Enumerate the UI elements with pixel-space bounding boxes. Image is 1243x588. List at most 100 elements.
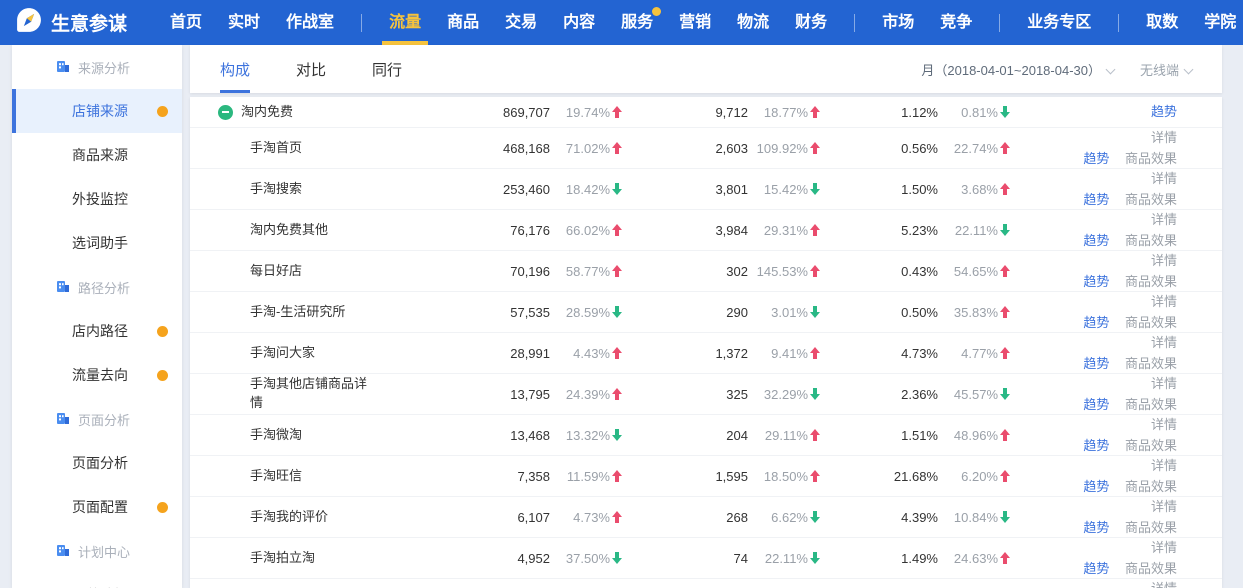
- product-effect-link[interactable]: 商品效果: [1125, 151, 1177, 166]
- nav-item[interactable]: 流量: [389, 0, 421, 45]
- buyers-change: 22.11%: [748, 551, 820, 566]
- notification-dot-icon: [652, 7, 661, 16]
- terminal-selector[interactable]: 无线端: [1140, 60, 1192, 79]
- nav-item[interactable]: 作战室: [286, 0, 334, 45]
- collapse-toggle-icon[interactable]: [218, 105, 233, 120]
- source-name-cell: 手淘搜索: [190, 180, 405, 199]
- change-arrow-icon: [1000, 265, 1010, 277]
- detail-link[interactable]: 详情: [1151, 499, 1177, 514]
- nav-divider: [854, 14, 855, 32]
- trend-link[interactable]: 趋势: [1083, 397, 1109, 412]
- visitors-value: 253,460: [405, 182, 550, 197]
- detail-link[interactable]: 详情: [1151, 294, 1177, 309]
- nav-item[interactable]: 商品: [447, 0, 479, 45]
- sidebar-item[interactable]: 页面分析: [12, 441, 182, 485]
- sidebar-section-header: 页面分析: [12, 397, 182, 441]
- change-arrow-icon: [612, 265, 622, 277]
- app-logo[interactable]: 生意参谋: [16, 7, 127, 39]
- trend-link[interactable]: 趋势: [1083, 233, 1109, 248]
- nav-item-label: 竞争: [940, 14, 972, 31]
- conversion-value: 1.50%: [820, 182, 938, 197]
- visitors-change: 4.73%: [550, 510, 622, 525]
- sidebar-item[interactable]: 外投监控: [12, 177, 182, 221]
- sidebar-item[interactable]: 选词助手: [12, 221, 182, 265]
- nav-item[interactable]: 实时: [228, 0, 260, 45]
- date-range-selector[interactable]: 月（2018-04-01~2018-04-30）: [921, 60, 1114, 79]
- trend-link[interactable]: 趋势: [1083, 192, 1109, 207]
- change-arrow-icon: [1000, 224, 1010, 236]
- product-effect-link[interactable]: 商品效果: [1125, 561, 1177, 576]
- trend-link[interactable]: 趋势: [1083, 151, 1109, 166]
- product-effect-link[interactable]: 商品效果: [1125, 520, 1177, 535]
- sidebar-item[interactable]: 流量去向: [12, 353, 182, 397]
- change-arrow-icon: [612, 347, 622, 359]
- conversion-change: 48.96%: [938, 428, 1010, 443]
- trend-link[interactable]: 趋势: [1083, 479, 1109, 494]
- nav-divider: [999, 14, 1000, 32]
- nav-item[interactable]: 内容: [563, 0, 595, 45]
- conversion-change: 0.81%: [938, 105, 1010, 120]
- nav-item[interactable]: 竞争: [940, 0, 972, 45]
- detail-link[interactable]: 详情: [1151, 458, 1177, 473]
- nav-item[interactable]: 市场: [882, 0, 914, 45]
- sidebar-item[interactable]: 店铺来源: [12, 89, 182, 133]
- detail-link[interactable]: 详情: [1151, 212, 1177, 227]
- product-effect-link[interactable]: 商品效果: [1125, 479, 1177, 494]
- conversion-change: 22.11%: [938, 223, 1010, 238]
- trend-link[interactable]: 趋势: [1083, 438, 1109, 453]
- source-name: 手淘首页: [250, 139, 302, 158]
- source-name: 手淘旺信: [250, 467, 302, 486]
- tab[interactable]: 同行: [372, 45, 402, 93]
- trend-link[interactable]: 趋势: [1083, 356, 1109, 371]
- product-effect-link[interactable]: 商品效果: [1125, 233, 1177, 248]
- new-feature-dot-icon: [157, 502, 168, 513]
- tab-label: 同行: [372, 59, 402, 80]
- detail-link[interactable]: 详情: [1151, 130, 1177, 145]
- trend-link[interactable]: 趋势: [1083, 561, 1109, 576]
- tab[interactable]: 构成: [220, 45, 250, 93]
- change-arrow-icon: [612, 106, 622, 118]
- detail-link[interactable]: 详情: [1151, 376, 1177, 391]
- buyers-change: 18.50%: [748, 469, 820, 484]
- terminal-label: 无线端: [1140, 63, 1179, 78]
- trend-link[interactable]: 趋势: [1083, 520, 1109, 535]
- product-effect-link[interactable]: 商品效果: [1125, 397, 1177, 412]
- product-effect-link[interactable]: 商品效果: [1125, 274, 1177, 289]
- sidebar-item-label: 流量去向: [72, 367, 128, 383]
- sidebar-item[interactable]: 商品来源: [12, 133, 182, 177]
- tab[interactable]: 对比: [296, 45, 326, 93]
- detail-link[interactable]: 详情: [1151, 171, 1177, 186]
- trend-link[interactable]: 趋势: [1083, 315, 1109, 330]
- nav-item[interactable]: 财务: [795, 0, 827, 45]
- nav-item[interactable]: 营销: [679, 0, 711, 45]
- nav-item[interactable]: 取数: [1146, 0, 1178, 45]
- sidebar-item[interactable]: 页面配置: [12, 485, 182, 529]
- detail-link[interactable]: 详情: [1151, 540, 1177, 555]
- trend-link[interactable]: 趋势: [1083, 274, 1109, 289]
- source-name-cell: 手淘-生活研究所: [190, 303, 405, 322]
- product-effect-link[interactable]: 商品效果: [1125, 356, 1177, 371]
- detail-link[interactable]: 详情: [1151, 253, 1177, 268]
- conversion-value: 5.23%: [820, 223, 938, 238]
- visitors-value: 70,196: [405, 264, 550, 279]
- nav-item[interactable]: 服务: [621, 0, 653, 45]
- nav-item[interactable]: 业务专区: [1027, 0, 1091, 45]
- sidebar-item[interactable]: 店内路径: [12, 309, 182, 353]
- detail-link[interactable]: 详情: [1151, 581, 1177, 588]
- source-name: 手淘其他店铺商品详情: [250, 375, 368, 413]
- detail-link[interactable]: 详情: [1151, 417, 1177, 432]
- nav-item-label: 营销: [679, 14, 711, 31]
- nav-item[interactable]: 首页: [170, 0, 202, 45]
- nav-item[interactable]: 学院: [1204, 0, 1236, 45]
- buyers-change: 145.53%: [748, 264, 820, 279]
- trend-link[interactable]: 趋势: [1151, 104, 1177, 119]
- sidebar-item-label: 店铺来源: [72, 103, 128, 119]
- nav-item[interactable]: 物流: [737, 0, 769, 45]
- visitors-value: 869,707: [405, 105, 550, 120]
- product-effect-link[interactable]: 商品效果: [1125, 315, 1177, 330]
- nav-item[interactable]: 交易: [505, 0, 537, 45]
- sidebar-item[interactable]: 运营计划: [12, 573, 182, 588]
- detail-link[interactable]: 详情: [1151, 335, 1177, 350]
- product-effect-link[interactable]: 商品效果: [1125, 192, 1177, 207]
- product-effect-link[interactable]: 商品效果: [1125, 438, 1177, 453]
